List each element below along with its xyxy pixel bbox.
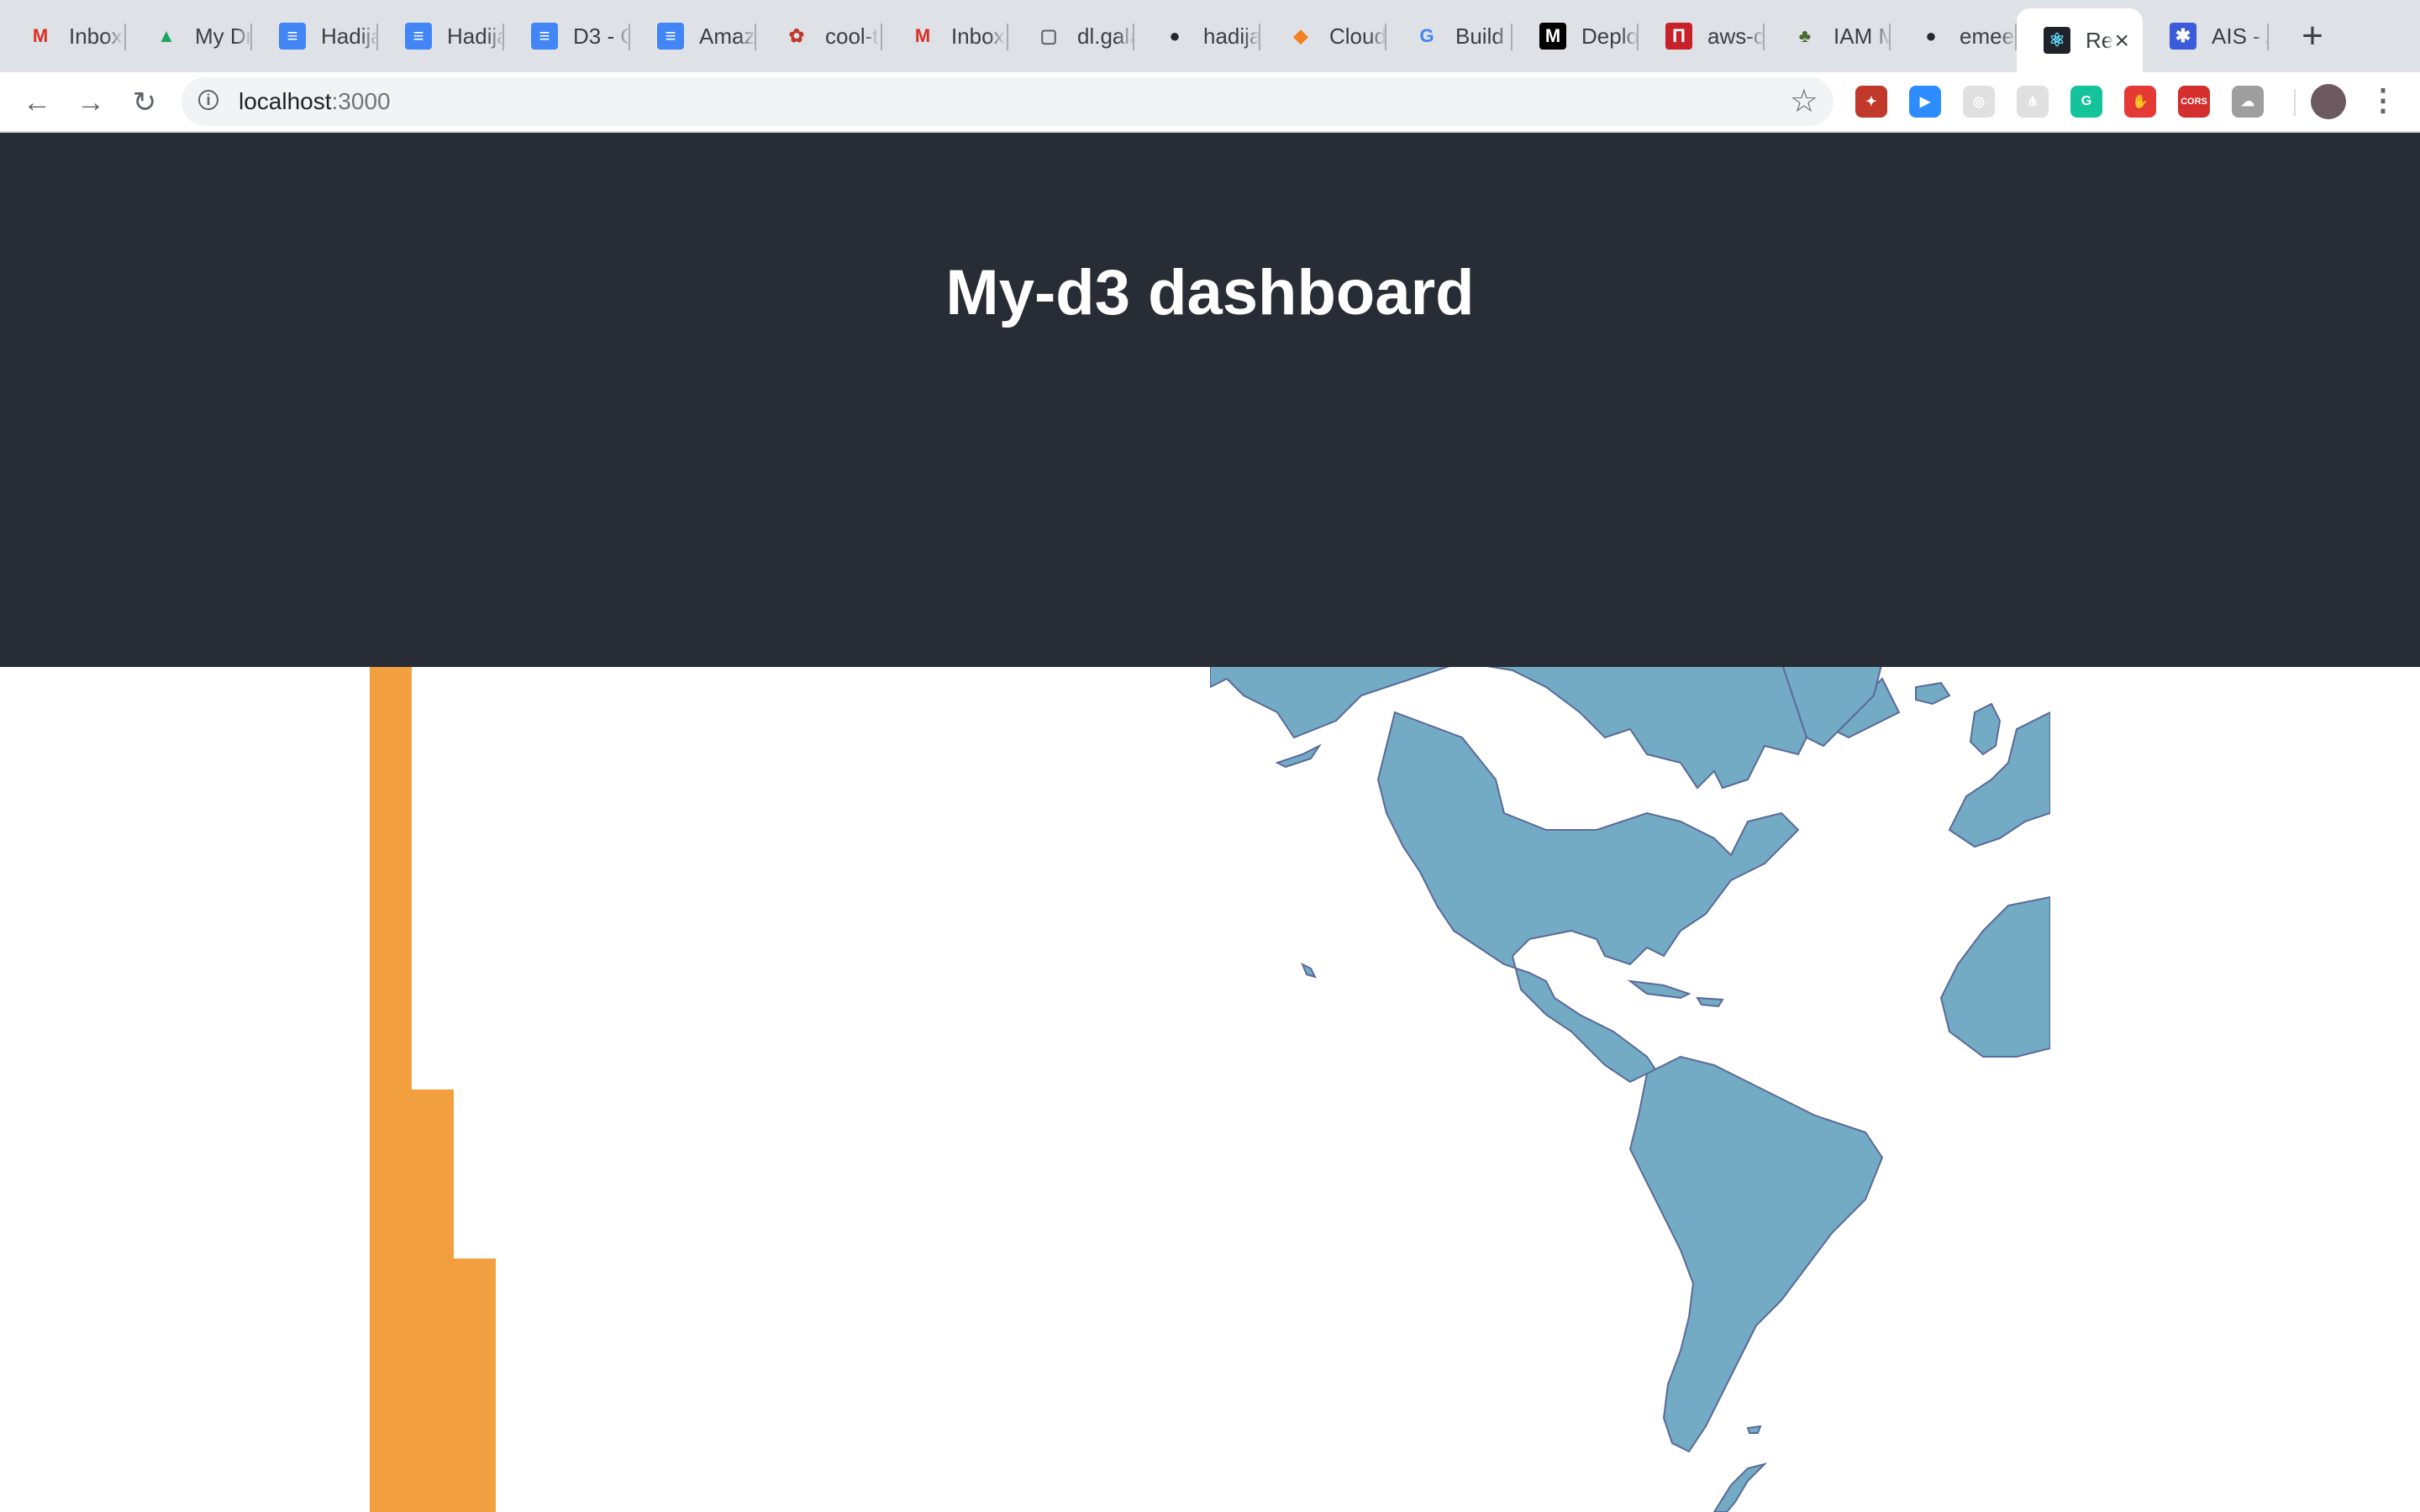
bar-1 [412, 1089, 454, 1512]
tab-title: Deploy [1581, 23, 1639, 49]
page-title: My-d3 dashboard [945, 256, 1475, 328]
tab-title: Amazon [699, 23, 756, 49]
tab-title: IAM M [1833, 23, 1891, 49]
address-bar[interactable]: i localhost:3000 ☆ [182, 77, 1833, 126]
zoom-ext-icon[interactable]: ▶ [1909, 86, 1941, 118]
tab-15[interactable]: ● emeel [1891, 0, 2017, 72]
tab-title: Cloud [1329, 23, 1386, 49]
grammarly-ext-icon[interactable]: G [2070, 86, 2102, 118]
tab-title: Hadija [321, 23, 378, 49]
google-docs-icon: ≡ [279, 23, 306, 50]
page-content: My-d3 dashboard [0, 133, 2420, 1512]
falklands-shape [1746, 1425, 1762, 1434]
tab-title: Inbox [951, 23, 1005, 49]
tab-7[interactable]: M Inbox [882, 0, 1008, 72]
google-docs-icon: ≡ [657, 23, 684, 50]
tab-11[interactable]: G Build a [1386, 0, 1512, 72]
aleutian-islands-shape [1275, 743, 1322, 769]
tab-1[interactable]: ▲ My Drive [126, 0, 252, 72]
url-port: :3000 [331, 88, 391, 114]
tab-3[interactable]: ≡ Hadija [378, 0, 504, 72]
greenland-small-shape [1915, 681, 1951, 706]
google-icon: G [1419, 25, 1434, 46]
tab-6[interactable]: ✿ cool-t [756, 0, 882, 72]
palette-icon: ✿ [788, 25, 805, 46]
tab-14[interactable]: ♣ IAM M [1765, 0, 1891, 72]
tab-13[interactable]: Пaws-c [1639, 0, 1765, 72]
google-docs-icon: ≡ [405, 23, 432, 50]
tab-title: cool-t [825, 23, 879, 49]
medium-icon: M [1539, 23, 1566, 50]
browser-toolbar: ← → ↻ i localhost:3000 ☆ ✦ ▶ ◎ ⋔ G ✋ CORS ☁ ⋮ [0, 72, 2420, 133]
ais-icon: ✱ [2170, 23, 2196, 50]
world-map [1210, 662, 2050, 1512]
bar-chart [370, 667, 496, 1512]
github-icon: ● [1925, 25, 1937, 46]
tab-title: D3 - G [573, 23, 630, 49]
tab-4[interactable]: ≡ D3 - G [504, 0, 630, 72]
tree-ext-icon[interactable]: ⋔ [2017, 86, 2049, 118]
url-text[interactable]: localhost:3000 [239, 88, 391, 115]
menu-kebab-icon[interactable]: ⋮ [2368, 82, 2398, 118]
cors-ext-icon[interactable]: CORS [2178, 86, 2210, 118]
tab-title: Hadija [447, 23, 504, 49]
tab-title: hadija [1203, 23, 1260, 49]
europe-uk-shape [1969, 702, 2002, 756]
tab-16[interactable]: ⚛ Re × [2017, 8, 2143, 72]
tab-title: My Drive [195, 23, 252, 49]
profile-avatar[interactable] [2311, 84, 2346, 119]
reload-icon[interactable]: ↻ [124, 82, 165, 123]
south-america-shape [1628, 1055, 1884, 1453]
tab-title: Re [2086, 27, 2114, 53]
tab-strip: M Inbox ▲ My Drive ≡ Hadija ≡ Hadija ≡ D3 - G ≡ Ama… [0, 0, 2420, 72]
tab-5[interactable]: ≡ Amazon [630, 0, 756, 72]
tab-title: dl.gala [1077, 23, 1134, 49]
google-docs-icon: ≡ [531, 23, 558, 50]
cuba-shape [1627, 979, 1691, 1000]
cloud-box-icon: ◆ [1293, 25, 1308, 46]
tab-0[interactable]: M Inbox [0, 0, 126, 72]
map-land [1210, 662, 2050, 1512]
app-header: My-d3 dashboard [0, 133, 2420, 667]
browser-window: M Inbox ▲ My Drive ≡ Hadija ≡ Hadija ≡ D3 - G ≡ Ama… [0, 0, 2420, 1512]
cloud-ext-icon[interactable]: ☁ [2232, 86, 2264, 118]
tab-title: aws-c [1707, 23, 1765, 49]
file-icon: ▢ [1039, 25, 1058, 46]
close-tab-icon[interactable]: × [2114, 27, 2129, 55]
tab-title: Inbox [69, 23, 123, 49]
puzzle-ext-icon[interactable]: ✦ [1855, 86, 1887, 118]
tab-17[interactable]: ✱ AIS - A [2143, 0, 2269, 72]
gmail-icon: M [914, 25, 931, 46]
target-ext-icon[interactable]: ◎ [1963, 86, 1995, 118]
adblock-ext-icon[interactable]: ✋ [2124, 86, 2156, 118]
github-icon: ● [1169, 25, 1181, 46]
hawaii-shape [1301, 962, 1317, 979]
tab-8[interactable]: ▢ dl.gala [1008, 0, 1134, 72]
tab-title: Build a [1455, 23, 1512, 49]
europe-iberia-shape [1948, 711, 2050, 848]
new-tab-button[interactable]: + [2287, 0, 2338, 72]
forward-arrow-icon[interactable]: → [71, 82, 111, 123]
back-arrow-icon[interactable]: ← [17, 82, 57, 123]
tab-title: AIS - A [2212, 23, 2269, 49]
google-drive-icon: ▲ [157, 25, 176, 46]
tab-12[interactable]: M Deploy [1512, 0, 1639, 72]
tab-10[interactable]: ◆ Cloud [1260, 0, 1386, 72]
url-host: localhost [239, 88, 332, 114]
africa-shape [1939, 895, 2050, 1058]
iam-icon: ♣ [1798, 25, 1812, 46]
react-icon: ⚛ [2044, 27, 2070, 54]
tab-2[interactable]: ≡ Hadija [252, 0, 378, 72]
hispaniola-shape [1696, 996, 1724, 1008]
bookmark-star-icon[interactable]: ☆ [1790, 82, 1818, 120]
bar-0 [370, 667, 412, 1512]
toolbar-divider [2294, 89, 2296, 116]
aws-icon: П [1665, 23, 1692, 50]
info-icon[interactable]: i [198, 90, 218, 110]
bar-2 [454, 1258, 496, 1512]
tab-title: emeel [1960, 23, 2017, 49]
tab-9[interactable]: ● hadija [1134, 0, 1260, 72]
gmail-icon: M [32, 25, 49, 46]
antarctic-peninsula-shape [1712, 1462, 1768, 1512]
